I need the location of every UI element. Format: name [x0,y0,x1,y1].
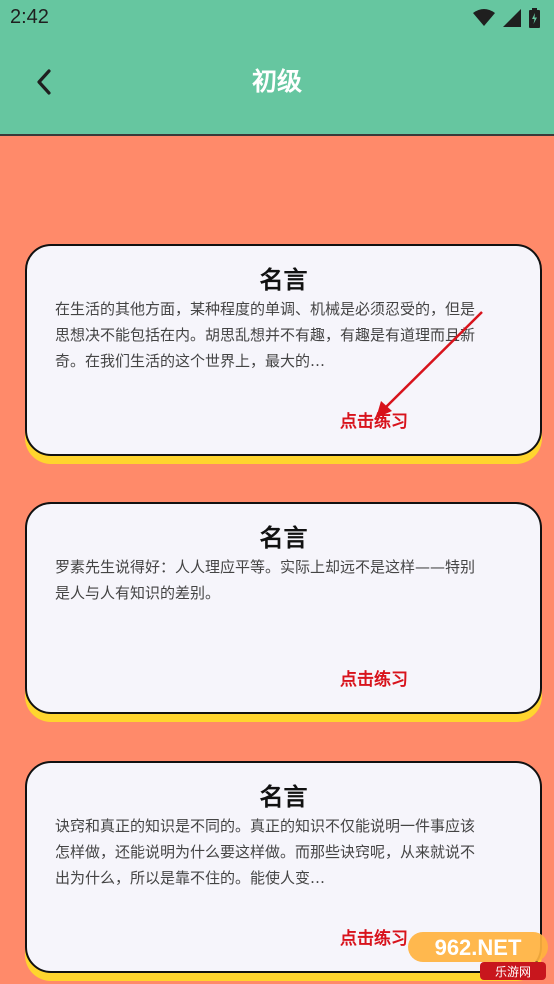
practice-button[interactable]: 点击练习 [340,924,408,949]
card-title: 名言 [259,783,308,811]
cell-signal-icon [503,9,521,27]
watermark-sub: 乐游网 [495,965,531,979]
page-title: 初级 [251,67,302,96]
status-icons [473,8,540,28]
watermark-logo: 962.NET 乐游网 [408,928,548,980]
card-text: 诀窍和真正的知识是不同的。真正的知识不仅能说明一件事应该怎样做，还能说明为什么要… [55,817,476,887]
quote-card-2[interactable]: 名言 罗素先生说得好：人人理应平等。实际上却远不是这样——特别是人与人有知识的差… [25,502,542,714]
status-bar: 2:42 [0,0,554,36]
battery-icon [529,8,540,28]
status-time: 2:42 [10,6,49,28]
practice-button[interactable]: 点击练习 [340,407,408,432]
card-title: 名言 [259,524,308,552]
card-title: 名言 [259,266,308,294]
watermark-brand: 962.NET [435,935,522,960]
card-text: 罗素先生说得好：人人理应平等。实际上却远不是这样——特别是人与人有知识的差别。 [55,558,476,602]
practice-button[interactable]: 点击练习 [340,665,408,690]
quote-card-1[interactable]: 名言 在生活的其他方面，某种程度的单调、机械是必须忍受的，但是思想决不能包括在内… [25,244,542,456]
app-bar: 初级 [0,36,554,136]
wifi-icon [473,9,495,26]
watermark-logo-icon: 962.NET 乐游网 [408,932,548,980]
card-text: 在生活的其他方面，某种程度的单调、机械是必须忍受的，但是思想决不能包括在内。胡思… [55,300,476,370]
